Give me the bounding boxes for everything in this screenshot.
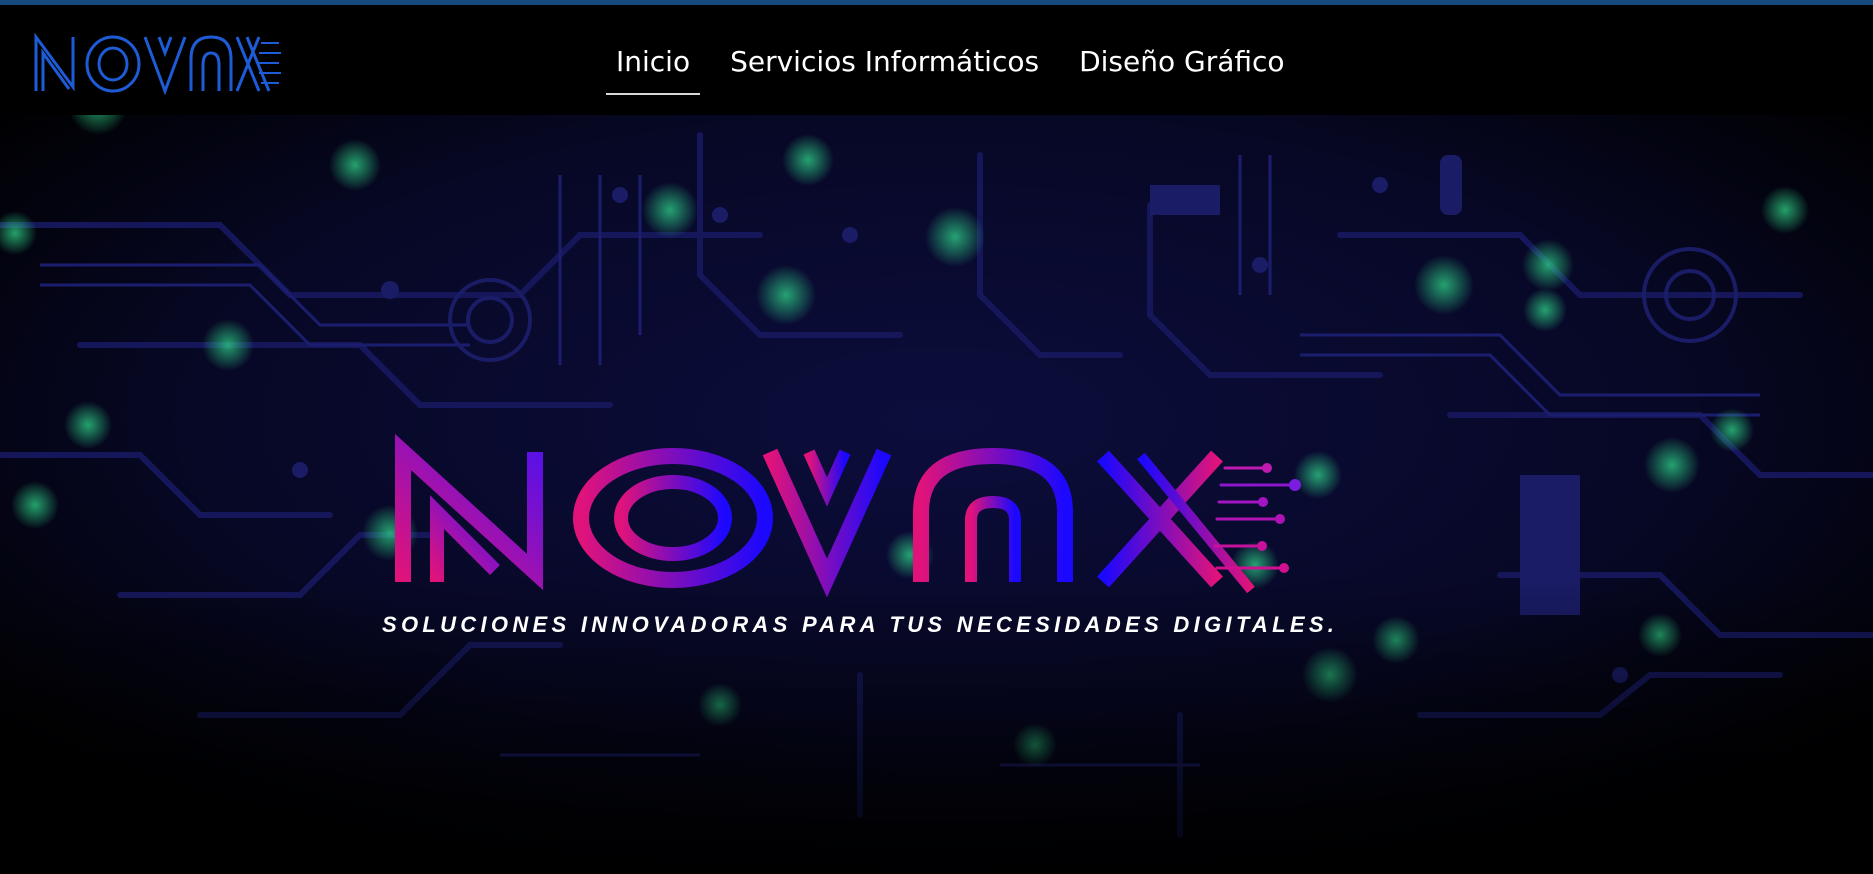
hero-section: SOLUCIONES INNOVADORAS PARA TUS NECESIDA… [0, 115, 1873, 874]
nav-link-diseno-grafico[interactable]: Diseño Gráfico [1069, 45, 1294, 95]
nav-logo[interactable] [33, 29, 283, 99]
navbar: Inicio Servicios Informáticos Diseño Grá… [0, 5, 1873, 115]
nav-link-servicios-informaticos[interactable]: Servicios Informáticos [720, 45, 1049, 95]
hero-novax-logo [395, 433, 1301, 598]
main-nav: Inicio Servicios Informáticos Diseño Grá… [606, 45, 1315, 95]
hero-tagline: SOLUCIONES INNOVADORAS PARA TUS NECESIDA… [382, 612, 1339, 637]
nav-link-inicio[interactable]: Inicio [606, 45, 701, 95]
